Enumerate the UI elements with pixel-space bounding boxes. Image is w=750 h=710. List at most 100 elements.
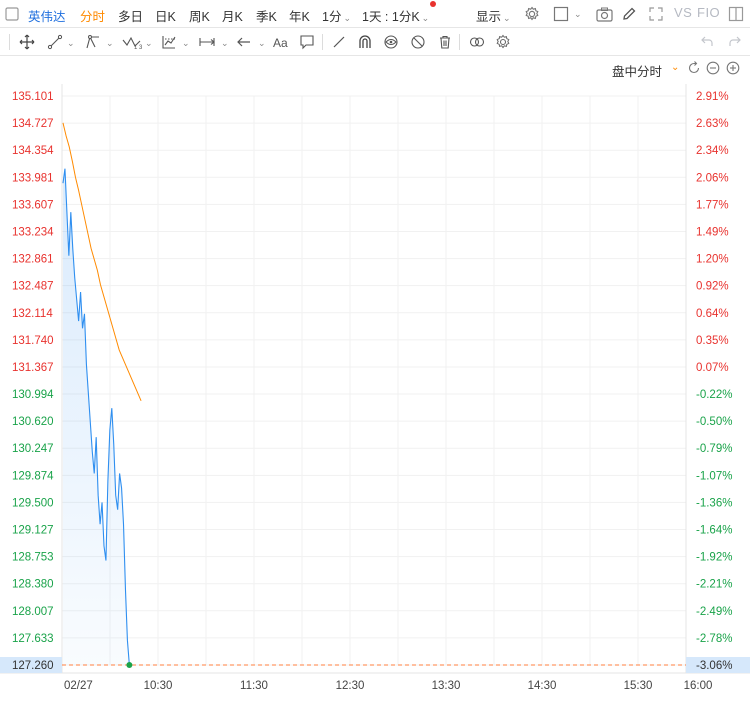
divider xyxy=(9,34,10,50)
time-tick-label: 10:30 xyxy=(144,680,173,692)
wave-pattern-icon[interactable]: 1 3 xyxy=(122,33,142,51)
pencil-icon[interactable] xyxy=(620,5,638,23)
percent-tick-label: 2.06% xyxy=(696,172,729,184)
trend-line-dropdown[interactable]: ⌄ xyxy=(65,35,75,49)
comment-icon[interactable] xyxy=(298,33,316,51)
price-tick-label: 128.007 xyxy=(12,606,54,618)
zoom-out-icon[interactable] xyxy=(705,60,721,76)
time-tick-label: 16:00 xyxy=(684,680,713,692)
compare-vs-button[interactable]: VS xyxy=(674,5,692,20)
text-aa-icon[interactable]: Aa xyxy=(272,33,290,51)
settings-gear-icon[interactable] xyxy=(523,5,541,23)
tab-multi-day[interactable]: 多日 xyxy=(118,6,143,25)
chevron-down-icon: ⌄ xyxy=(221,38,229,48)
wave-dropdown[interactable]: ⌄ xyxy=(143,35,153,49)
price-tick-label: 131.367 xyxy=(12,362,54,374)
price-tick-label: 132.487 xyxy=(12,281,54,293)
chevron-down-icon: ⌄ xyxy=(421,13,430,23)
pitchfork-dropdown[interactable]: ⌄ xyxy=(104,35,114,49)
intraday-chart[interactable]: 135.101 134.727 134.354 133.981 133.607 133.2… xyxy=(0,80,750,707)
range-dropdown[interactable]: 1天 : 1分K ⌄ xyxy=(362,6,429,25)
percent-tick-label: -3.06% xyxy=(696,660,732,672)
stock-name[interactable]: 英伟达 xyxy=(28,6,66,25)
svg-text:Aa: Aa xyxy=(273,36,288,50)
trash-icon[interactable] xyxy=(436,33,454,51)
time-tick-label: 12:30 xyxy=(336,680,365,692)
range-measure-icon[interactable] xyxy=(197,33,217,51)
tab-intraday[interactable]: 分时 xyxy=(80,6,105,25)
percent-tick-label: 0.35% xyxy=(696,335,729,347)
tab-quarterly-k[interactable]: 季K xyxy=(256,6,277,25)
price-tick-label: 130.247 xyxy=(12,443,54,455)
arrow-dropdown[interactable]: ⌄ xyxy=(256,35,266,49)
fullscreen-icon[interactable] xyxy=(647,5,665,23)
time-tick-label: 11:30 xyxy=(240,680,268,692)
fio-button[interactable]: FIO xyxy=(697,5,720,20)
percent-tick-label: 1.20% xyxy=(696,254,729,266)
price-tick-label: 127.633 xyxy=(12,633,54,645)
arrow-left-icon[interactable] xyxy=(235,33,253,51)
zoom-in-icon[interactable] xyxy=(725,60,741,76)
chevron-down-icon: ⌄ xyxy=(67,38,75,48)
ruler-icon[interactable] xyxy=(330,33,348,51)
price-tick-label: 134.354 xyxy=(12,145,54,157)
percent-tick-label: 2.63% xyxy=(696,118,729,130)
display-label: 显示 xyxy=(476,10,502,24)
svg-text:1 3: 1 3 xyxy=(134,45,142,50)
price-tick-label: 129.874 xyxy=(12,470,54,482)
percent-tick-label: -2.78% xyxy=(696,633,732,645)
display-dropdown[interactable]: 显示 ⌄ xyxy=(476,6,511,25)
tab-daily-k[interactable]: 日K xyxy=(155,6,176,25)
eye-lock-icon[interactable] xyxy=(382,33,400,51)
drawing-toolbar: ⌄ ⌄ 1 3 ⌄ ⌄ ⌄ ⌄ Aa xyxy=(0,28,750,56)
interval-dropdown[interactable]: 1分 ⌄ xyxy=(322,6,351,25)
percent-tick-label: 2.91% xyxy=(696,91,729,103)
price-tick-label: 127.260 xyxy=(12,660,54,672)
trend-line-icon[interactable] xyxy=(46,33,64,51)
tab-weekly-k[interactable]: 周K xyxy=(189,6,210,25)
price-tick-label: 133.234 xyxy=(12,226,54,238)
date-label: 02/27 xyxy=(64,680,93,692)
percent-tick-label: -2.49% xyxy=(696,606,732,618)
percent-tick-label: 1.49% xyxy=(696,226,729,238)
fibonacci-dropdown[interactable]: ⌄ xyxy=(180,35,190,49)
percent-tick-label: -1.92% xyxy=(696,552,732,564)
chevron-down-icon: ⌄ xyxy=(106,38,114,48)
move-crosshair-icon[interactable] xyxy=(18,33,36,51)
tab-monthly-k[interactable]: 月K xyxy=(222,6,243,25)
price-tick-label: 130.994 xyxy=(12,389,54,401)
drawing-settings-icon[interactable] xyxy=(494,33,512,51)
chart-canvas[interactable]: 135.101 134.727 134.354 133.981 133.607 133.2… xyxy=(0,80,750,707)
percent-tick-label: 0.64% xyxy=(696,308,729,320)
price-tick-label: 135.101 xyxy=(12,91,54,103)
pitchfork-icon[interactable] xyxy=(84,33,102,51)
camera-icon[interactable] xyxy=(595,5,613,23)
percent-tick-label: 0.92% xyxy=(696,281,729,293)
percent-tick-label: 1.77% xyxy=(696,199,729,211)
tab-yearly-k[interactable]: 年K xyxy=(289,6,310,25)
percent-tick-label: -2.21% xyxy=(696,579,732,591)
chevron-down-icon: ⌄ xyxy=(182,38,190,48)
link-chain-icon[interactable] xyxy=(467,33,487,51)
square-dropdown-chevron[interactable]: ⌄ xyxy=(572,6,582,20)
chevron-down-icon: ⌄ xyxy=(574,9,582,19)
percent-tick-label: 0.07% xyxy=(696,362,729,374)
undo-icon[interactable] xyxy=(698,33,716,51)
divider xyxy=(322,34,323,50)
price-tick-label: 129.127 xyxy=(12,525,54,537)
chevron-down-icon: ⌄ xyxy=(343,13,351,23)
checkbox-icon[interactable] xyxy=(3,5,21,23)
range-label: 1天 : 1分K xyxy=(362,10,420,24)
magnet-icon[interactable] xyxy=(356,33,374,51)
refresh-icon[interactable] xyxy=(686,60,702,76)
eye-hide-icon[interactable] xyxy=(409,33,427,51)
percent-tick-label: -0.22% xyxy=(696,389,732,401)
square-icon[interactable] xyxy=(552,5,570,23)
window-icon[interactable] xyxy=(727,5,745,23)
range-dropdown-2[interactable]: ⌄ xyxy=(219,35,229,49)
redo-icon[interactable] xyxy=(726,33,744,51)
fibonacci-icon[interactable] xyxy=(160,33,178,51)
percent-tick-label: 2.34% xyxy=(696,145,729,157)
percent-tick-label: -0.79% xyxy=(696,443,732,455)
intraday-mode-dropdown[interactable]: 盘中分时 xyxy=(612,61,662,80)
